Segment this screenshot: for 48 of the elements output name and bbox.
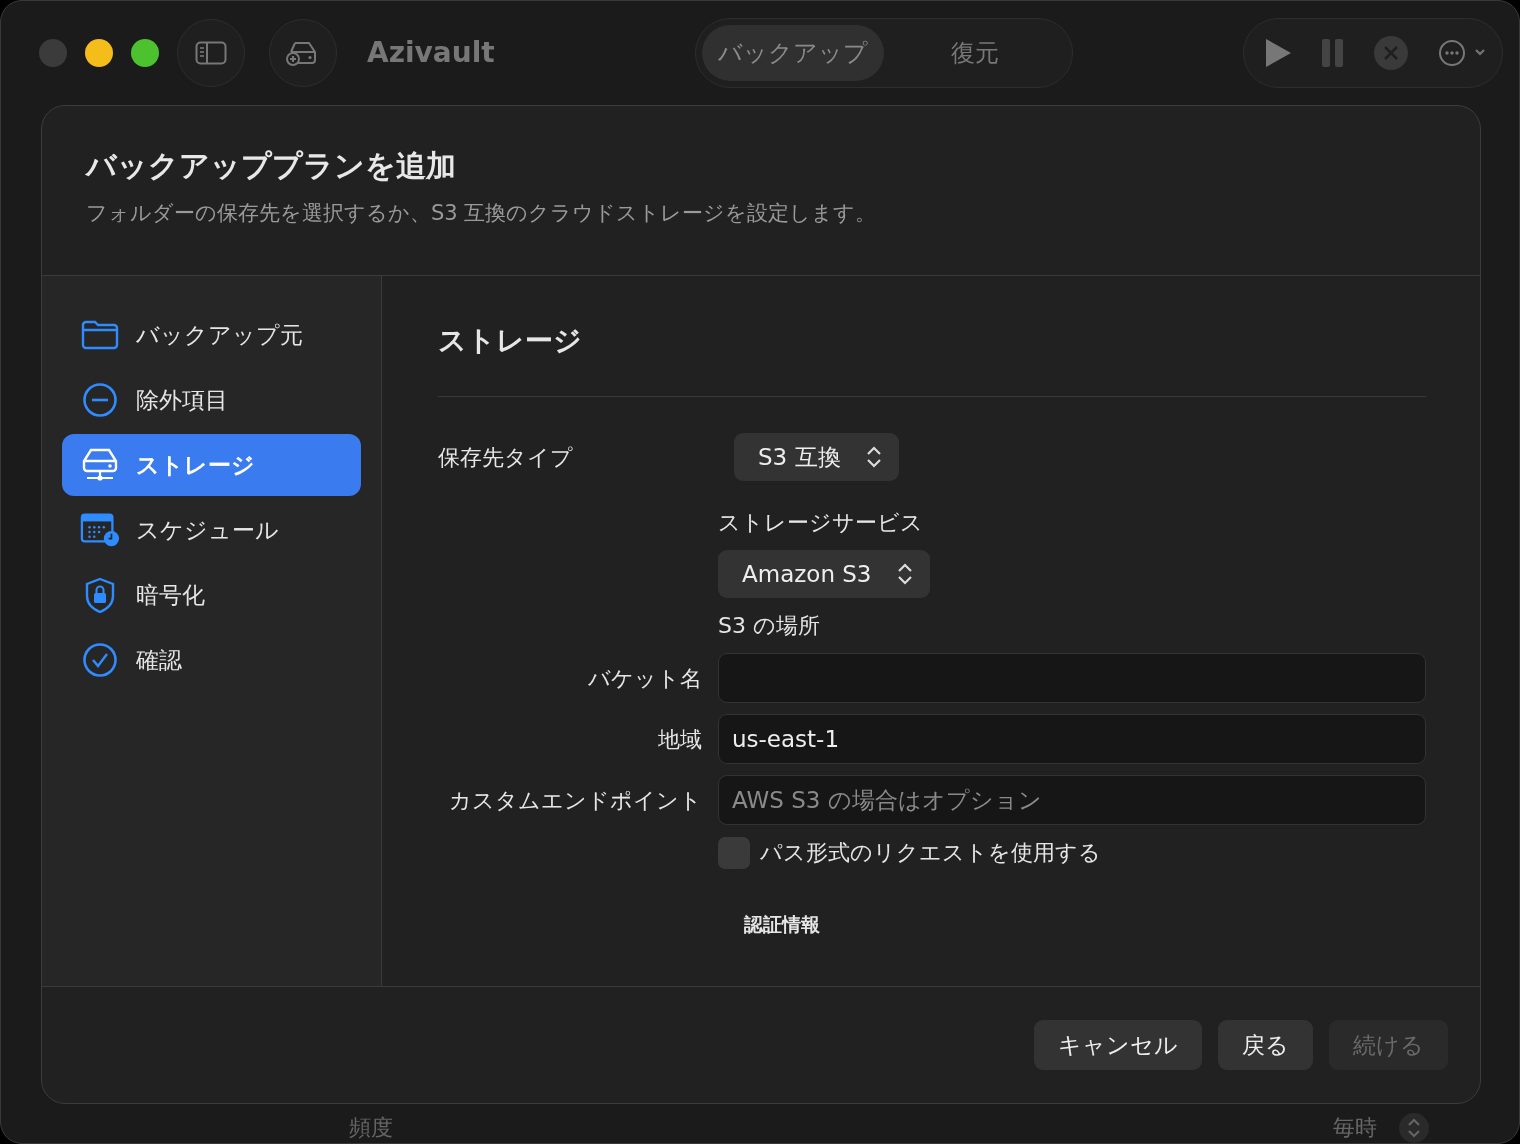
- mode-tab[interactable]: バックアップ: [701, 25, 884, 81]
- minimize-button[interactable]: [85, 39, 113, 67]
- field-label: 地域: [657, 725, 703, 754]
- sidebar-item[interactable]: バックアップ元: [62, 304, 361, 366]
- sidebar-icon: [195, 41, 227, 65]
- section-title: ストレージ: [438, 324, 582, 357]
- chevron-icon: [895, 562, 914, 586]
- chevron-icon: [864, 445, 883, 469]
- field-label: バケット名: [587, 664, 703, 693]
- checkbox[interactable]: [718, 836, 750, 869]
- mode-tab[interactable]: 復元: [883, 25, 1066, 81]
- close-icon: [1374, 36, 1408, 70]
- calendar-clock-icon: [80, 512, 120, 548]
- minus-circle-icon: [82, 382, 118, 418]
- frequency-value: 毎時: [1333, 1114, 1377, 1142]
- app-title: Azivault: [367, 35, 495, 71]
- stepper-icon[interactable]: [1399, 1112, 1429, 1143]
- checkbox-label: パス形式のリクエストを使用する: [760, 839, 1101, 867]
- folder-icon: [81, 320, 119, 350]
- sidebar-item[interactable]: ストレージ: [62, 434, 361, 496]
- play-icon: [1264, 38, 1292, 68]
- field-label: 保存先タイプ: [438, 443, 574, 472]
- input-field[interactable]: [718, 653, 1426, 703]
- sidebar-item[interactable]: スケジュール: [62, 499, 361, 561]
- sheet-title: バックアッププランを追加: [86, 148, 457, 184]
- sidebar-item[interactable]: 確認: [62, 629, 361, 691]
- sheet-subtitle: フォルダーの保存先を選択するか、S3 互換のクラウドストレージを設定します。: [86, 200, 878, 227]
- group-label: S3 の場所: [718, 612, 821, 640]
- input-field[interactable]: AWS S3 の場合はオプション: [718, 775, 1426, 825]
- play-button[interactable]: [1264, 38, 1292, 68]
- network-drive-icon: [81, 447, 119, 483]
- input-field[interactable]: us-east-1: [718, 714, 1426, 764]
- field-label: カスタムエンドポイント: [448, 786, 703, 815]
- pause-icon: [1322, 39, 1344, 67]
- more-menu-button[interactable]: [1438, 39, 1486, 67]
- shield-lock-icon: [84, 577, 116, 613]
- sidebar-item[interactable]: 暗号化: [62, 564, 361, 626]
- footer-button[interactable]: キャンセル: [1034, 1020, 1202, 1070]
- sidebar-item[interactable]: 除外項目: [62, 369, 361, 431]
- checkmark-circle-icon: [82, 642, 118, 678]
- more-icon: [1438, 39, 1486, 67]
- popup-button[interactable]: S3 互換: [734, 433, 899, 481]
- footer-button[interactable]: 戻る: [1218, 1020, 1313, 1070]
- popup-button[interactable]: Amazon S3: [718, 550, 930, 598]
- frequency-label: 頻度: [349, 1114, 393, 1142]
- group-label: ストレージサービス: [718, 509, 924, 537]
- zoom-button[interactable]: [131, 39, 159, 67]
- group-label: 認証情報: [743, 912, 821, 937]
